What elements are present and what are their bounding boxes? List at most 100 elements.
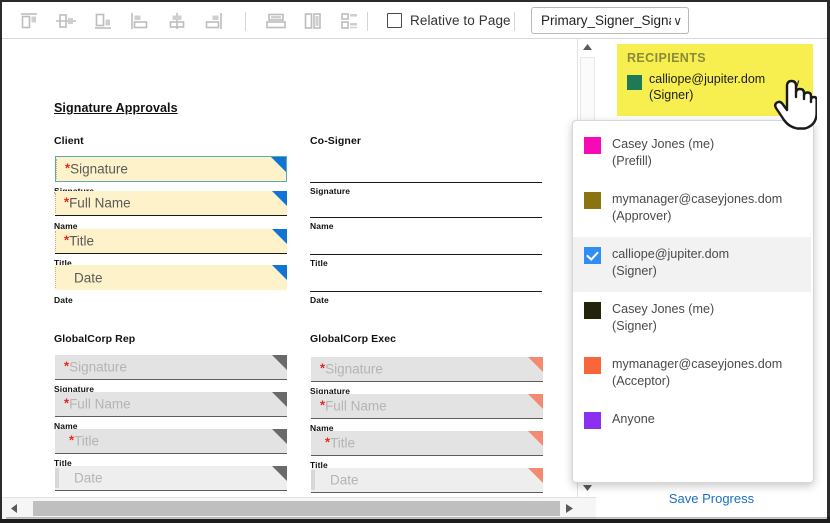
field-corner-icon (272, 191, 287, 206)
field-text: *Title (325, 436, 355, 451)
recipient-color-swatch (584, 357, 601, 374)
field-exec-date[interactable]: Date (311, 468, 543, 493)
recipient-color-swatch (584, 137, 601, 154)
field-corner-icon (528, 394, 543, 409)
field-handle (55, 231, 60, 251)
recipient-name: calliope@jupiter.dom (612, 247, 729, 261)
match-height-icon[interactable] (294, 8, 331, 34)
field-exec-name[interactable]: *Full Name (311, 394, 543, 419)
toolbar-divider-2 (367, 12, 368, 31)
field-text: *Full Name (64, 196, 131, 211)
field-client-title[interactable]: *Title (55, 229, 287, 254)
field-name-select[interactable]: Primary_Signer_Signat ∨ (531, 7, 689, 34)
document-canvas[interactable]: Signature Approvals Client *Signature Si… (2, 39, 577, 497)
recipient-role: (Acceptor) (612, 374, 670, 388)
scroll-right-arrow-icon[interactable] (560, 498, 578, 519)
dropdown-item-5[interactable]: Anyone (573, 402, 811, 457)
dropdown-item-label: mymanager@caseyjones.dom (Approver) (612, 191, 782, 224)
field-rep-date[interactable]: Date (55, 466, 287, 491)
required-asterisk: * (65, 161, 70, 176)
align-top-icon[interactable] (10, 8, 47, 34)
required-asterisk: * (64, 233, 69, 248)
align-left-icon[interactable] (121, 8, 158, 34)
field-text: *Full Name (320, 399, 387, 414)
scroll-left-arrow-icon[interactable] (5, 498, 23, 519)
field-corner-icon (272, 355, 287, 370)
recipient-selected-role: (Signer) (649, 88, 693, 102)
recipient-color-swatch (584, 412, 601, 429)
field-exec-signature[interactable]: *Signature (311, 357, 543, 382)
match-size-icon[interactable] (331, 8, 368, 34)
align-center-icon[interactable] (158, 8, 195, 34)
cosigner-line-title (310, 254, 542, 255)
recipient-role: (Approver) (612, 209, 672, 223)
field-corner-icon (272, 265, 287, 280)
cosigner-label-title: Title (310, 258, 328, 268)
field-client-signature[interactable]: *Signature (55, 156, 287, 182)
required-asterisk: * (320, 398, 325, 413)
recipient-selector[interactable]: RECIPIENTS calliope@jupiter.dom (Signer)… (617, 44, 813, 116)
field-text: Date (330, 473, 359, 488)
dropdown-item-0[interactable]: Casey Jones (me) (Prefill) (573, 127, 811, 182)
chevron-down-icon[interactable]: ∨ (791, 76, 801, 92)
field-rep-title[interactable]: *Title (55, 429, 287, 454)
scroll-up-arrow-icon[interactable] (578, 39, 597, 56)
recipient-role: (Signer) (612, 264, 657, 278)
cosigner-label-name: Name (310, 221, 334, 231)
recipients-header: RECIPIENTS (627, 51, 706, 65)
field-value: Full Name (69, 196, 131, 211)
dropdown-item-4[interactable]: mymanager@caseyjones.dom (Acceptor) (573, 347, 811, 402)
field-client-name[interactable]: *Full Name (55, 191, 287, 216)
signature-field-editor: Relative to Page Primary_Signer_Signat ∨… (0, 0, 830, 523)
field-text: Date (74, 270, 103, 285)
column-heading-cosigner: Co-Signer (310, 135, 361, 147)
field-corner-icon (271, 157, 286, 172)
dropdown-item-label: mymanager@caseyjones.dom (Acceptor) (612, 356, 782, 389)
relative-to-page-checkbox[interactable]: Relative to Page (387, 13, 511, 28)
check-icon (584, 247, 601, 264)
field-corner-icon (528, 357, 543, 372)
alignment-tool-group (10, 8, 232, 34)
field-value: Date (74, 471, 103, 486)
field-client-date[interactable]: Date (55, 265, 287, 290)
window-frame-bottom (0, 519, 830, 523)
chevron-down-icon: ∨ (673, 14, 682, 28)
horizontal-scrollbar-thumb[interactable] (33, 501, 560, 516)
align-bottom-icon[interactable] (84, 8, 121, 34)
save-progress-link[interactable]: Save Progress (596, 491, 827, 506)
recipient-name: Casey Jones (me) (612, 302, 714, 316)
recipient-color-swatch (584, 192, 601, 209)
cosigner-label-signature: Signature (310, 186, 350, 196)
match-width-icon[interactable] (257, 8, 294, 34)
recipients-panel: RECIPIENTS calliope@jupiter.dom (Signer)… (596, 39, 827, 497)
field-corner-icon (272, 466, 287, 481)
field-handle (55, 468, 63, 488)
cosigner-line-date (310, 291, 542, 292)
align-middle-icon[interactable] (47, 8, 84, 34)
recipient-name: Casey Jones (me) (612, 137, 714, 151)
field-rep-name[interactable]: *Full Name (55, 392, 287, 417)
field-label-date: Date (54, 295, 73, 305)
field-handle (56, 159, 61, 179)
dropdown-item-1[interactable]: mymanager@caseyjones.dom (Approver) (573, 182, 811, 237)
field-value: Date (74, 270, 103, 285)
recipient-selected-name: calliope@jupiter.dom (649, 72, 765, 86)
recipient-role: (Prefill) (612, 154, 652, 168)
toolbar-divider-1 (245, 12, 246, 31)
size-tool-group (257, 8, 368, 34)
dropdown-item-2[interactable]: calliope@jupiter.dom (Signer) (573, 237, 811, 292)
recipient-selected-label: calliope@jupiter.dom (Signer) (649, 71, 789, 103)
field-text: *Title (64, 234, 94, 249)
dropdown-item-label: Casey Jones (me) (Prefill) (612, 136, 714, 169)
field-exec-title[interactable]: *Title (311, 431, 543, 456)
field-value: Title (74, 434, 99, 449)
dropdown-item-label: Anyone (612, 411, 655, 428)
dropdown-item-3[interactable]: Casey Jones (me) (Signer) (573, 292, 811, 347)
required-asterisk: * (320, 361, 325, 376)
recipient-dropdown-menu[interactable]: Casey Jones (me) (Prefill) mymanager@cas… (572, 120, 814, 483)
checkbox-box (387, 13, 402, 28)
align-right-icon[interactable] (195, 8, 232, 34)
required-asterisk: * (64, 359, 69, 374)
field-corner-icon (272, 392, 287, 407)
field-rep-signature[interactable]: *Signature (55, 355, 287, 380)
